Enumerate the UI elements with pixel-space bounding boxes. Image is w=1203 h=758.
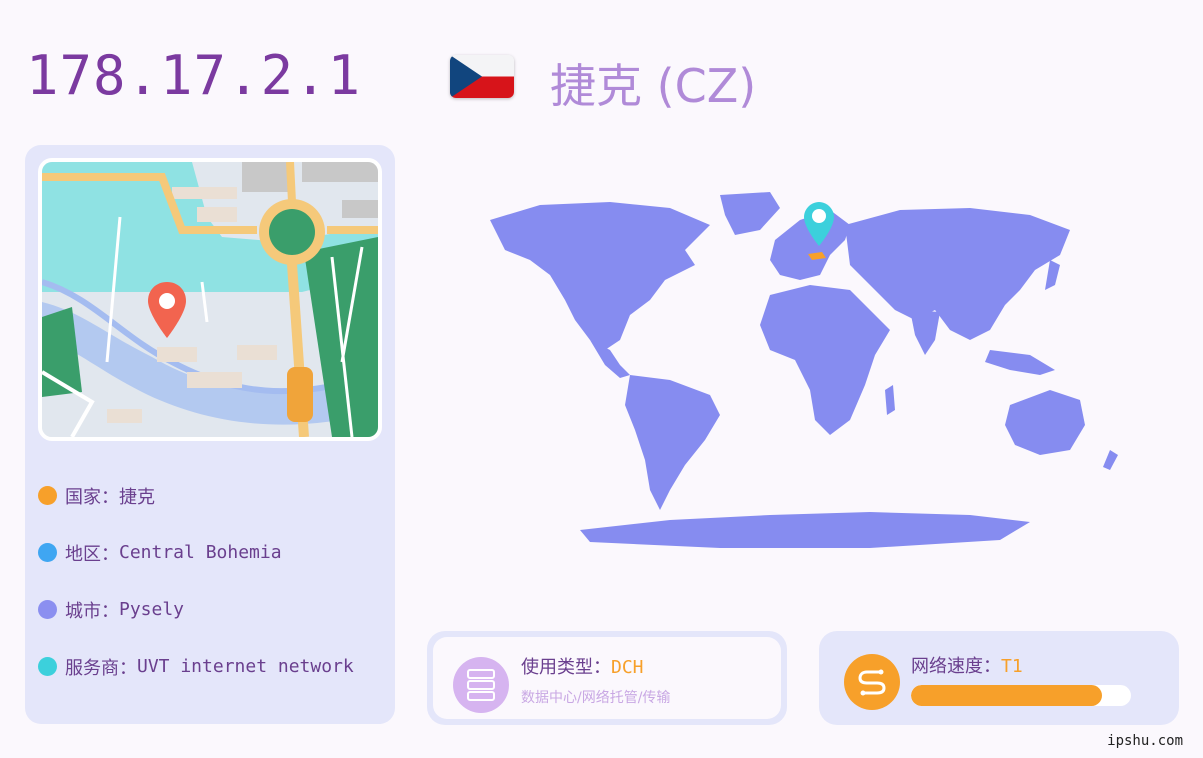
city-dot-icon — [38, 600, 57, 619]
info-row-city: 城市： Pysely — [38, 581, 354, 638]
usage-type-description: 数据中心/网络托管/传输 — [521, 690, 671, 706]
info-label: 地区： — [65, 543, 119, 565]
server-icon — [453, 657, 509, 713]
isp-dot-icon — [38, 657, 57, 676]
info-value: Central Bohemia — [119, 542, 282, 563]
usage-type-label: 使用类型： — [521, 657, 611, 678]
network-speed-bar — [911, 685, 1131, 706]
network-speed-value: T1 — [1001, 656, 1023, 677]
watermark: ipshu.com — [1107, 733, 1183, 749]
usage-type-title: 使用类型：DCH — [521, 653, 644, 679]
location-map-illustration — [38, 158, 382, 441]
info-label: 国家： — [65, 486, 119, 508]
usage-type-card: 使用类型：DCH 数据中心/网络托管/传输 — [427, 631, 787, 725]
network-speed-bar-fill — [911, 685, 1103, 706]
region-dot-icon — [38, 543, 57, 562]
czech-flag-icon — [450, 55, 514, 98]
network-speed-title: 网络速度：T1 — [911, 652, 1023, 678]
info-label: 服务商： — [65, 657, 137, 679]
info-value: 捷克 — [119, 486, 155, 508]
info-row-region: 地区： Central Bohemia — [38, 524, 354, 581]
network-speed-label: 网络速度： — [911, 656, 1001, 677]
world-map — [470, 180, 1160, 565]
network-speed-card: 网络速度：T1 — [819, 631, 1179, 725]
info-value: Pysely — [119, 599, 185, 620]
info-label: 城市： — [65, 600, 119, 622]
usage-type-value: DCH — [611, 657, 644, 678]
ip-address: 178.17.2.1 — [26, 44, 362, 107]
country-title: 捷克 (CZ) — [550, 59, 757, 113]
location-pin-icon — [148, 282, 186, 338]
info-row-isp: 服务商： UVT internet network — [38, 638, 354, 695]
speed-icon — [844, 654, 900, 710]
info-list: 国家： 捷克 地区： Central Bohemia 城市： Pysely 服务… — [38, 467, 354, 695]
country-dot-icon — [38, 486, 57, 505]
info-value: UVT internet network — [137, 656, 354, 677]
info-row-country: 国家： 捷克 — [38, 467, 354, 524]
location-card: 国家： 捷克 地区： Central Bohemia 城市： Pysely 服务… — [25, 145, 395, 724]
